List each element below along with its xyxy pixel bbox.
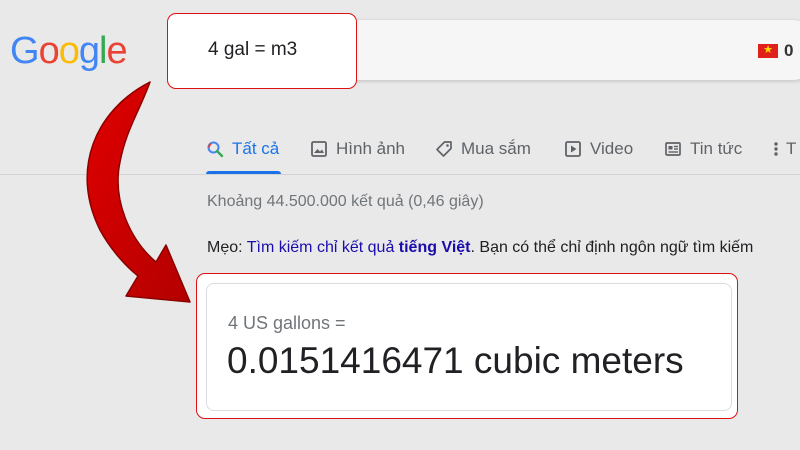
tab-label: Mua sắm <box>461 139 531 158</box>
language-tip: Mẹo: Tìm kiếm chỉ kết quả tiếng Việt. Bạ… <box>207 239 753 257</box>
tip-link-text: Tìm kiếm chỉ kết quả <box>246 239 399 256</box>
tab-all[interactable]: Tất cả <box>206 138 279 160</box>
logo-letter: o <box>38 30 60 72</box>
logo-letter: e <box>106 30 127 72</box>
result-stats: Khoảng 44.500.000 kết quả (0,46 giây) <box>207 193 484 210</box>
tab-label: Video <box>590 139 634 158</box>
tab-label: T <box>786 139 797 158</box>
tab-news[interactable]: Tin tức <box>664 138 742 160</box>
image-icon <box>310 140 328 158</box>
search-icon <box>206 140 224 158</box>
account-count[interactable]: 0 <box>784 41 793 61</box>
tip-prefix: Mẹo: <box>207 239 247 256</box>
tag-icon <box>435 140 453 158</box>
tab-label: Tất cả <box>232 139 280 158</box>
play-icon <box>564 140 582 158</box>
conversion-source: 4 US gallons = <box>228 313 346 333</box>
news-icon <box>664 140 682 158</box>
search-input[interactable]: 4 gal = m3 <box>208 39 297 61</box>
tab-video[interactable]: Video <box>564 138 633 160</box>
google-logo[interactable]: Google <box>10 30 128 73</box>
logo-letter: G <box>10 30 40 72</box>
tab-label: Tin tức <box>690 139 743 158</box>
logo-letter: g <box>78 30 100 72</box>
tab-shopping[interactable]: Mua sắm <box>435 138 531 160</box>
flag-star-icon: ★ <box>763 44 773 56</box>
logo-letter: o <box>58 30 80 72</box>
tip-link-bold: tiếng Việt <box>398 239 471 256</box>
tab-images[interactable]: Hình ảnh <box>310 138 405 160</box>
tab-label: Hình ảnh <box>336 139 405 158</box>
more-vert-icon <box>772 140 780 158</box>
conversion-result: 0.0151416471 cubic meters <box>227 340 684 381</box>
tip-link[interactable]: Tìm kiếm chỉ kết quả tiếng Việt <box>247 239 471 256</box>
tab-more[interactable]: T <box>772 138 796 160</box>
tabs-divider <box>0 174 800 175</box>
tip-suffix: . Bạn có thể chỉ định ngôn ngữ tìm kiếm <box>470 239 754 256</box>
